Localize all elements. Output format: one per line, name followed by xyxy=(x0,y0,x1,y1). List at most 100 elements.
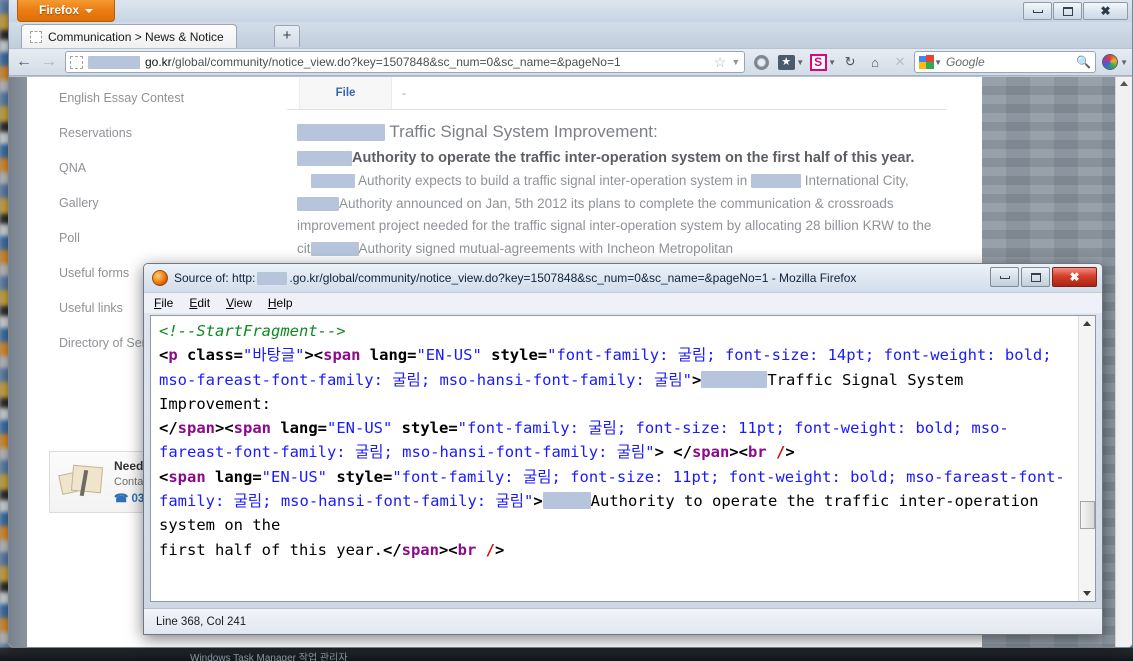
redacted-org-block xyxy=(311,174,355,189)
chevron-down-icon[interactable]: ▼ xyxy=(828,58,836,67)
code-lang-value: "EN-US" xyxy=(261,467,327,486)
chevron-down-icon[interactable]: ▼ xyxy=(1120,58,1128,67)
article-body: Traffic Signal System Improvement: Autho… xyxy=(287,110,947,260)
page-left-margin xyxy=(9,77,27,647)
redacted-org-block xyxy=(701,370,768,388)
article-lead: Authority to operate the traffic inter-o… xyxy=(297,147,947,170)
redacted-host-block xyxy=(88,55,140,69)
code-class-value: "바탕글" xyxy=(243,346,305,365)
close-icon: ✖ xyxy=(1100,4,1111,18)
chevron-down-icon xyxy=(85,8,93,13)
article-heading-text: Traffic Signal System Improvement: xyxy=(389,122,658,141)
close-button[interactable]: ✖ xyxy=(1052,267,1097,287)
skype-button[interactable]: S xyxy=(807,51,829,73)
scroll-down-arrow-icon[interactable] xyxy=(1083,591,1091,596)
redacted-host-block xyxy=(257,271,288,285)
taskbar-item[interactable]: Windows Task Manager 작업 관리자 xyxy=(190,649,348,661)
star-icon[interactable]: ☆ xyxy=(714,54,727,71)
chevron-down-icon[interactable]: ▼ xyxy=(796,58,804,67)
minimize-icon xyxy=(999,275,1010,279)
documents-pen-icon xyxy=(58,462,106,502)
menu-edit[interactable]: Edit xyxy=(189,296,210,310)
scroll-thumb[interactable] xyxy=(1080,501,1095,529)
back-arrow-icon[interactable]: ← xyxy=(13,54,35,70)
close-icon: ✖ xyxy=(1069,270,1080,284)
skype-s-icon: S xyxy=(809,53,827,71)
article-line-3: Authority announced on Jan, 5th 2012 its… xyxy=(339,195,824,211)
code-text-4: first half of this year. xyxy=(159,540,383,559)
search-icon[interactable]: 🔍 xyxy=(1076,55,1091,69)
article-heading: Traffic Signal System Improvement: xyxy=(297,117,947,147)
redacted-place-block xyxy=(750,174,801,189)
bookmarks-button[interactable]: ★ xyxy=(775,51,797,73)
view-source-window: Source of: http: .go.kr/global/community/… xyxy=(143,263,1103,635)
redacted-org-block xyxy=(297,196,339,211)
file-attachment-value: - xyxy=(402,86,406,100)
view-source-window-controls: ✖ xyxy=(990,267,1097,287)
browser-window-controls: ✖ xyxy=(1023,2,1128,20)
maximize-button[interactable] xyxy=(1021,267,1050,287)
url-address-bar[interactable]: go.kr/global/community/notice_view.do?ke… xyxy=(65,51,746,73)
sidebar-item-gallery[interactable]: Gallery xyxy=(59,186,274,221)
maximize-icon xyxy=(1030,272,1041,282)
bookmarks-star-icon: ★ xyxy=(777,54,795,70)
sidebar-item-reservations[interactable]: Reservations xyxy=(59,116,274,151)
chevron-down-icon[interactable]: ▼ xyxy=(934,58,942,67)
view-source-title-suffix: .go.kr/global/community/notice_view.do?k… xyxy=(289,271,857,285)
scroll-up-arrow-icon[interactable] xyxy=(1083,321,1091,326)
tab-strip: Communication > News & Notice + xyxy=(9,22,1132,48)
code-tag-p: p xyxy=(168,346,178,365)
reload-button[interactable]: ↻ xyxy=(839,51,861,73)
page-vertical-scrollbar[interactable] xyxy=(1115,77,1132,647)
code-lang-value: "EN-US" xyxy=(416,346,482,365)
code-comment: <!--StartFragment--> xyxy=(159,322,346,340)
browser-tab[interactable]: Communication > News & Notice xyxy=(21,24,237,48)
windows-taskbar[interactable]: Windows Task Manager 작업 관리자 xyxy=(0,647,1133,661)
article-file-row: File - xyxy=(287,77,947,109)
menu-view[interactable]: View xyxy=(226,296,252,310)
source-code-text: <!--StartFragment--> <p class="바탕글"><spa… xyxy=(159,322,1065,559)
search-bar[interactable]: ▼ Google 🔍 xyxy=(914,51,1097,73)
site-identity-icon[interactable] xyxy=(70,55,83,69)
chevron-down-icon[interactable]: ▼ xyxy=(731,57,740,67)
view-source-menubar: File Edit View Help xyxy=(144,292,1102,313)
gear-button[interactable] xyxy=(750,51,772,73)
google-icon xyxy=(919,55,935,69)
menu-file[interactable]: File xyxy=(154,296,173,310)
view-source-statusbar: Line 368, Col 241 xyxy=(144,608,1102,634)
maximize-icon xyxy=(1062,6,1073,16)
sidebar-item-poll[interactable]: Poll xyxy=(59,221,274,256)
navigation-toolbar: ← → go.kr/global/community/notice_view.d… xyxy=(9,48,1132,76)
close-button[interactable]: ✖ xyxy=(1083,2,1128,20)
firefox-app-menu-label: Firefox xyxy=(38,3,79,17)
minimize-button[interactable] xyxy=(990,267,1019,287)
sidebar-item-english-essay-contest[interactable]: English Essay Contest xyxy=(59,81,274,116)
file-attachment-tab[interactable]: File xyxy=(299,77,392,109)
url-host: go.kr xyxy=(145,55,172,69)
colorwheel-button[interactable] xyxy=(1099,51,1121,73)
gear-icon xyxy=(753,54,769,70)
view-source-title-prefix: Source of: http: xyxy=(174,271,256,285)
view-source-title: Source of: http: .go.kr/global/community/… xyxy=(174,271,856,285)
firefox-logo-icon xyxy=(152,270,168,286)
firefox-app-menu-button[interactable]: Firefox xyxy=(17,0,115,22)
redacted-org-block xyxy=(297,150,352,166)
new-tab-button[interactable]: + xyxy=(274,25,300,47)
placeholder-favicon-icon xyxy=(30,30,42,43)
maximize-button[interactable] xyxy=(1053,2,1082,20)
stop-button[interactable]: ✕ xyxy=(889,51,911,73)
view-source-titlebar: Source of: http: .go.kr/global/community/… xyxy=(144,264,1102,292)
home-button[interactable]: ⌂ xyxy=(864,51,886,73)
redacted-org-block xyxy=(297,124,385,142)
search-input[interactable]: Google xyxy=(946,55,985,69)
forward-arrow-icon[interactable]: → xyxy=(38,54,60,70)
sidebar-item-qna[interactable]: QNA xyxy=(59,151,274,186)
minimize-icon xyxy=(1032,9,1043,13)
article-line-6: Authority signed mutual-agreements with … xyxy=(358,240,733,256)
minimize-button[interactable] xyxy=(1023,2,1052,20)
scroll-up-arrow-icon[interactable] xyxy=(1120,81,1128,86)
menu-help[interactable]: Help xyxy=(268,296,293,310)
view-source-code-area[interactable]: <!--StartFragment--> <p class="바탕글"><spa… xyxy=(150,315,1096,602)
view-source-scrollbar[interactable] xyxy=(1078,316,1095,601)
notice-article: File - Traffic Signal System Improvement… xyxy=(287,77,947,260)
